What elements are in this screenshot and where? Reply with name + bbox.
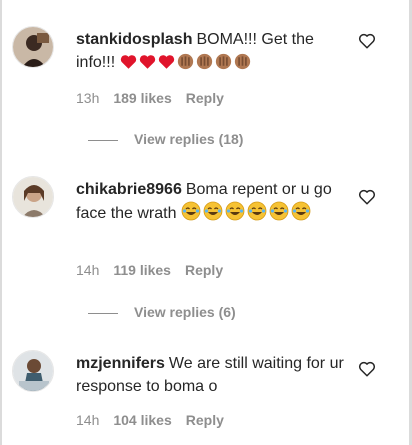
reply-button[interactable]: Reply bbox=[186, 90, 224, 106]
face-with-tears-of-joy-icon bbox=[203, 201, 223, 221]
comment-item: stankidosplash BOMA!!! Get the info!!! 13… bbox=[12, 26, 402, 166]
avatar[interactable] bbox=[12, 176, 54, 218]
view-replies-label: View replies (18) bbox=[134, 131, 244, 147]
comment-time[interactable]: 14h bbox=[76, 262, 99, 278]
red-heart-icon bbox=[120, 55, 136, 69]
emoji-row bbox=[120, 53, 253, 71]
comment-body: chikabrie8966 Boma repent or u go face th… bbox=[76, 178, 346, 225]
comment-item: chikabrie8966 Boma repent or u go face th… bbox=[12, 176, 402, 326]
comment-meta: 14h 104 likes Reply bbox=[76, 412, 238, 428]
comment-meta: 14h 119 likes Reply bbox=[76, 262, 237, 278]
view-replies-button[interactable]: View replies (18) bbox=[88, 131, 243, 147]
like-heart-icon[interactable] bbox=[358, 32, 376, 50]
comment-time[interactable]: 14h bbox=[76, 412, 99, 428]
comment-likes[interactable]: 189 likes bbox=[113, 90, 171, 106]
clapping-hands-icon bbox=[177, 53, 193, 70]
comment-body: mzjennifers We are still waiting for ur r… bbox=[76, 352, 346, 398]
avatar[interactable] bbox=[12, 26, 54, 68]
comment-likes[interactable]: 119 likes bbox=[113, 262, 171, 278]
view-replies-button[interactable]: View replies (6) bbox=[88, 304, 236, 320]
like-heart-icon[interactable] bbox=[358, 360, 376, 378]
face-with-tears-of-joy-icon bbox=[181, 201, 201, 221]
red-heart-icon bbox=[158, 55, 174, 69]
comment-username[interactable]: chikabrie8966 bbox=[76, 181, 182, 198]
face-with-tears-of-joy-icon bbox=[247, 201, 267, 221]
reply-button[interactable]: Reply bbox=[186, 412, 224, 428]
divider-line bbox=[88, 139, 118, 141]
clapping-hands-icon bbox=[234, 53, 250, 70]
comment-meta: 13h 189 likes Reply bbox=[76, 90, 238, 106]
red-heart-icon bbox=[139, 55, 155, 69]
face-with-tears-of-joy-icon bbox=[291, 201, 311, 221]
view-replies-label: View replies (6) bbox=[134, 304, 236, 320]
comment-body: stankidosplash BOMA!!! Get the info!!! bbox=[76, 28, 346, 74]
avatar[interactable] bbox=[12, 350, 54, 392]
comment-time[interactable]: 13h bbox=[76, 90, 99, 106]
face-with-tears-of-joy-icon bbox=[269, 201, 289, 221]
comment-likes[interactable]: 104 likes bbox=[113, 412, 171, 428]
clapping-hands-icon bbox=[196, 53, 212, 70]
comment-item: mzjennifers We are still waiting for ur r… bbox=[12, 350, 402, 440]
face-with-tears-of-joy-icon bbox=[225, 201, 245, 221]
comment-username[interactable]: mzjennifers bbox=[76, 355, 165, 372]
divider-line bbox=[88, 312, 118, 314]
window-border-left bbox=[0, 0, 2, 445]
reply-button[interactable]: Reply bbox=[185, 262, 223, 278]
emoji-row bbox=[181, 201, 313, 222]
comment-username[interactable]: stankidosplash bbox=[76, 31, 192, 48]
clapping-hands-icon bbox=[215, 53, 231, 70]
like-heart-icon[interactable] bbox=[358, 188, 376, 206]
